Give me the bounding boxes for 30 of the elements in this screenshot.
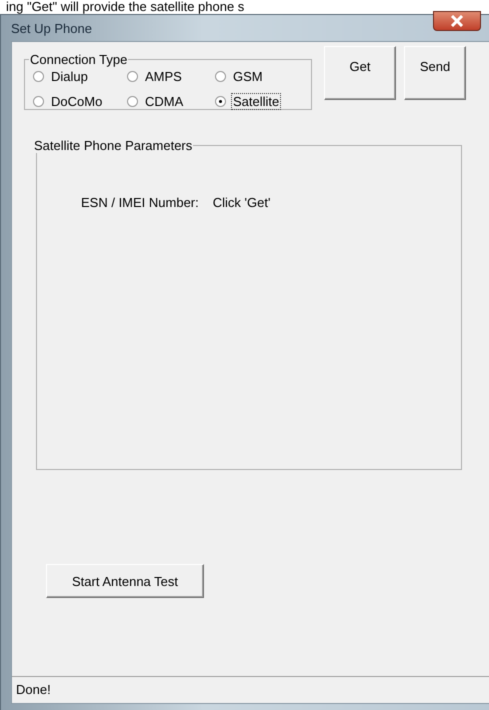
radio-option[interactable]: GSM	[215, 68, 305, 85]
field-label: ESN / IMEI Number:	[81, 195, 199, 210]
radio-option[interactable]: CDMA	[127, 93, 215, 110]
dialog-button[interactable]: Send	[404, 46, 466, 100]
radio-label: Satellite	[231, 93, 282, 110]
radio-button[interactable]	[127, 96, 138, 107]
radio-button[interactable]	[215, 96, 226, 107]
radio-button[interactable]	[33, 71, 44, 82]
group-label: Connection Type	[29, 52, 128, 67]
dialog-button[interactable]: Get	[324, 46, 396, 100]
radio-label: Dialup	[50, 68, 89, 85]
close-button[interactable]	[433, 11, 481, 31]
group-label: Satellite Phone Parameters	[33, 138, 194, 153]
radio-label: DoCoMo	[50, 93, 104, 110]
radio-label: AMPS	[144, 68, 183, 85]
caption-text: ing "Get" will provide the satellite phone s	[5, 0, 246, 14]
radio-option[interactable]: Dialup	[33, 68, 127, 85]
radio-option[interactable]: DoCoMo	[33, 93, 127, 110]
radio-button[interactable]	[33, 96, 44, 107]
status-bar: Done!	[12, 676, 489, 703]
radio-label: GSM	[232, 68, 264, 85]
radio-label: CDMA	[144, 93, 184, 110]
close-icon	[450, 15, 464, 27]
field-value: Click 'Get'	[212, 195, 270, 210]
radio-option[interactable]: AMPS	[127, 68, 215, 85]
window-title: Set Up Phone	[11, 20, 92, 36]
radio-button[interactable]	[127, 71, 138, 82]
radio-button[interactable]	[215, 71, 226, 82]
start-antenna-test-button[interactable]: Start Antenna Test	[46, 564, 204, 598]
radio-option[interactable]: Satellite	[215, 93, 305, 110]
